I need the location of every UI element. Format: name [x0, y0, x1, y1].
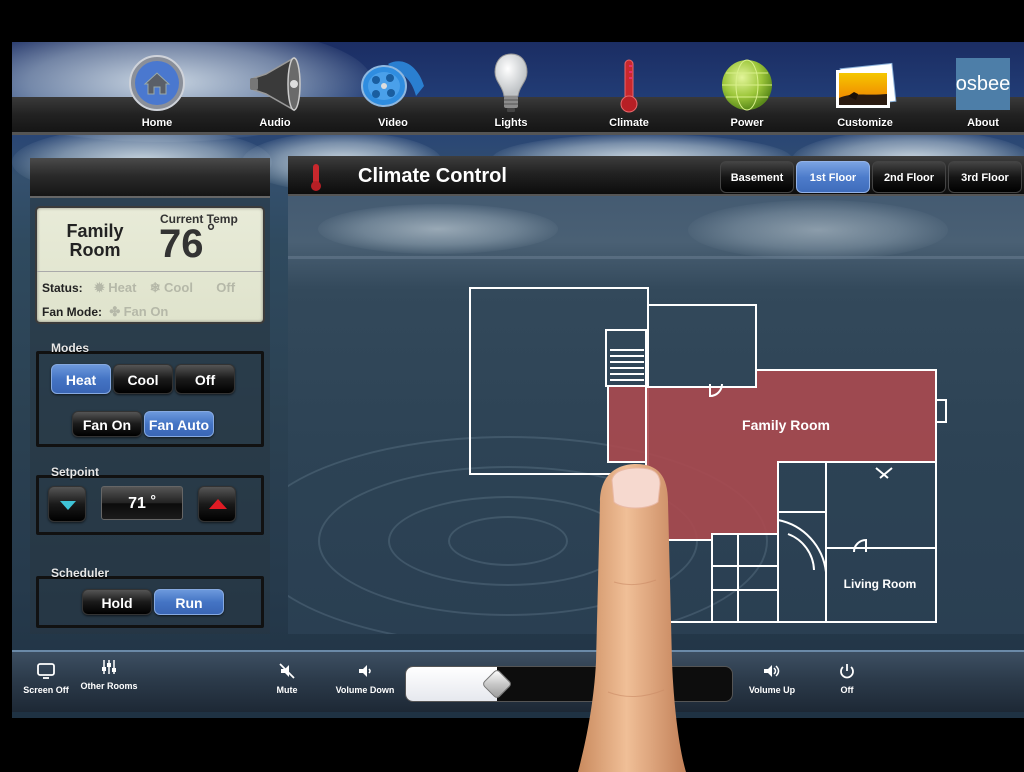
sun-icon: ✹ — [94, 280, 105, 295]
modes-title: Modes — [51, 341, 90, 355]
monitor-icon — [37, 663, 55, 679]
floor-plan: Family Room Living Room — [469, 287, 947, 623]
divider — [37, 271, 263, 272]
osbee-logo-icon: osbee — [956, 58, 1010, 110]
setpoint-group: Setpoint 71 ° — [36, 465, 264, 535]
setpoint-display: 71 ° — [101, 486, 183, 520]
setpoint-down-button[interactable] — [48, 486, 86, 522]
setpoint-value: 71 — [128, 495, 146, 512]
mode-cool-button[interactable]: Cool — [113, 364, 173, 394]
volume-down-label: Volume Down — [335, 685, 395, 695]
left-control-panel: Family Room Current Temp 76 ° Status: ✹ … — [30, 158, 270, 634]
volume-down-button[interactable]: Volume Down — [330, 662, 400, 695]
upper-room[interactable] — [647, 304, 757, 388]
status-off: Off — [216, 280, 236, 295]
status-heat: Heat — [108, 280, 137, 295]
stairs — [605, 329, 647, 387]
scheduler-title: Scheduler — [51, 566, 110, 580]
family-room[interactable] — [645, 369, 937, 541]
nav-label: Customize — [837, 117, 893, 129]
other-rooms-button[interactable]: Other Rooms — [76, 658, 142, 691]
thermometer-icon — [620, 59, 638, 113]
touch-panel-screen: Home Audio Video Lights Climate Power Cu… — [12, 42, 1024, 718]
nav-label: Power — [730, 117, 764, 129]
fan-mode-label: Fan Mode: — [42, 305, 102, 319]
snowflake-icon: ❄ — [149, 280, 161, 295]
room-name-line1: Family — [66, 221, 124, 241]
mode-heat-button[interactable]: Heat — [51, 364, 111, 394]
nav-label: Audio — [259, 117, 291, 129]
page-title: Climate Control — [358, 165, 507, 187]
status-cool: Cool — [164, 280, 193, 295]
scheduler-run-button[interactable]: Run — [154, 589, 224, 615]
tab-2nd-floor[interactable]: 2nd Floor — [872, 161, 946, 193]
thermostat-status-display: Family Room Current Temp 76 ° Status: ✹ … — [35, 206, 265, 324]
sliders-icon — [102, 660, 116, 674]
family-room-label: Family Room — [742, 417, 830, 433]
living-room-label: Living Room — [844, 577, 917, 591]
modes-group: Modes Heat Cool Off Fan On Fan Auto — [36, 341, 264, 447]
mute-icon — [279, 663, 295, 679]
scheduler-group: Scheduler Hold Run — [36, 566, 264, 628]
screen-off-label: Screen Off — [23, 685, 69, 695]
fan-mode-row: Fan Mode: ✤ Fan On — [42, 304, 168, 320]
volume-up-button[interactable]: Volume Up — [740, 662, 804, 695]
degree-symbol: ° — [150, 492, 156, 508]
nav-label: Climate — [609, 117, 649, 129]
horizon-line — [288, 256, 1024, 259]
other-rooms-label: Other Rooms — [80, 681, 138, 691]
globe-icon — [722, 59, 772, 111]
fan-auto-button[interactable]: Fan Auto — [144, 411, 214, 437]
left-panel-header — [30, 158, 270, 198]
light-bulb-icon — [494, 53, 528, 112]
volume-up-icon — [764, 665, 780, 677]
home-icon — [129, 55, 185, 111]
volume-down-icon — [359, 665, 371, 677]
off-label: Off — [840, 685, 854, 695]
bottom-control-bar: Screen Off Other Rooms Mute Volume Down — [12, 650, 1024, 712]
sky-cloud — [688, 200, 948, 260]
room-name-line2: Room — [69, 240, 121, 260]
fan-mode-value: Fan On — [123, 304, 169, 319]
volume-up-label: Volume Up — [748, 685, 796, 695]
screen-off-button[interactable]: Screen Off — [20, 662, 72, 695]
nav-label: Lights — [494, 117, 528, 129]
tab-1st-floor[interactable]: 1st Floor — [796, 161, 870, 193]
tab-basement[interactable]: Basement — [720, 161, 794, 193]
film-reel-icon — [361, 61, 424, 107]
sky-cloud — [318, 204, 558, 254]
tab-3rd-floor[interactable]: 3rd Floor — [948, 161, 1022, 193]
mute-label: Mute — [276, 685, 298, 695]
speaker-icon — [250, 56, 301, 112]
climate-control-panel: Climate Control Basement 1st Floor 2nd F… — [288, 156, 1024, 634]
nav-label: Home — [141, 117, 173, 129]
thermometer-icon — [311, 164, 321, 191]
volume-slider[interactable] — [405, 666, 733, 702]
nav-label: About — [967, 117, 999, 129]
setpoint-up-button[interactable] — [198, 486, 236, 522]
mode-off-button[interactable]: Off — [175, 364, 235, 394]
nav-label: Video — [378, 117, 408, 129]
triangle-down-icon — [60, 501, 76, 510]
degree-symbol: ° — [207, 221, 215, 243]
closets — [711, 533, 779, 623]
power-off-button[interactable]: Off — [832, 662, 862, 695]
setpoint-title: Setpoint — [51, 465, 99, 479]
mute-button[interactable]: Mute — [272, 662, 302, 695]
fan-on-button[interactable]: Fan On — [72, 411, 142, 437]
hallway-room[interactable] — [607, 385, 647, 463]
climate-control-header: Climate Control Basement 1st Floor 2nd F… — [288, 156, 1024, 196]
photos-icon — [836, 62, 897, 108]
current-temp-value: 76 — [159, 222, 204, 266]
room-name: Family Room — [45, 222, 145, 260]
power-icon — [840, 664, 854, 679]
status-label: Status: — [42, 281, 83, 295]
status-row: Status: ✹ Heat ❄ Cool Off — [42, 280, 235, 296]
fan-icon: ✤ — [109, 304, 121, 319]
scheduler-hold-button[interactable]: Hold — [82, 589, 152, 615]
triangle-up-icon — [209, 499, 227, 509]
